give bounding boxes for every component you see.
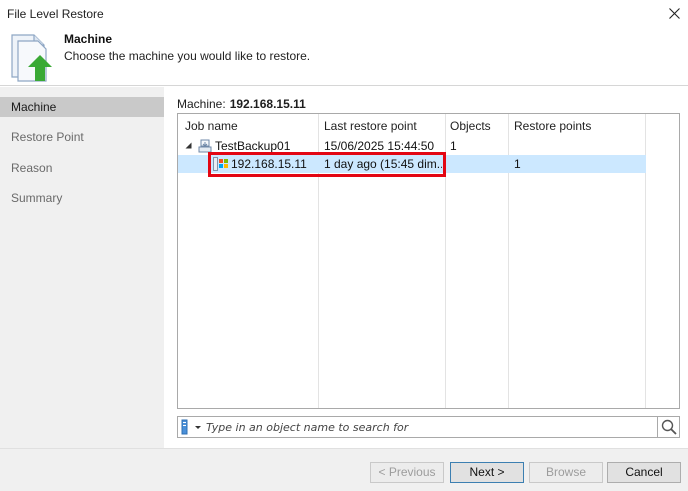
cell-job-name: TestBackup01	[215, 139, 291, 153]
browse-button[interactable]: Browse	[529, 462, 603, 483]
search-icon	[661, 419, 677, 435]
object-type-icon	[181, 419, 201, 435]
search-input[interactable]	[206, 418, 646, 436]
search-bar	[177, 416, 680, 438]
wizard-steps-sidebar: Machine Restore Point Reason Summary	[0, 87, 164, 448]
cell-objects	[450, 155, 506, 173]
restore-files-icon	[11, 34, 52, 82]
cell-last-restore-point: 15/06/2025 15:44:50	[324, 139, 435, 153]
cell-restore-points	[514, 137, 642, 155]
backup-job-icon	[198, 139, 212, 153]
table-row[interactable]: TestBackup01 15/06/2025 15:44:50 1	[178, 137, 646, 155]
cell-restore-points: 1	[514, 157, 521, 171]
object-type-filter-dropdown[interactable]	[180, 419, 204, 435]
file-level-restore-window: File Level Restore Machine Choose the ma…	[0, 0, 688, 491]
page-title: Machine	[64, 32, 113, 46]
sidebar-item-machine[interactable]: Machine	[0, 97, 164, 117]
chevron-down-icon	[195, 426, 201, 429]
search-button[interactable]	[657, 417, 679, 437]
table-row-selected[interactable]: 192.168.15.11 1 day ago (15:45 dim... 1	[178, 155, 646, 173]
title-bar: File Level Restore	[0, 0, 688, 28]
cell-job-name: 192.168.15.11	[231, 157, 307, 171]
close-button[interactable]	[660, 0, 688, 26]
wizard-header: Machine Choose the machine you would lik…	[0, 28, 688, 86]
expand-arrow-icon[interactable]	[185, 142, 192, 149]
column-header-job-name[interactable]: Job name	[185, 114, 238, 138]
window-title: File Level Restore	[7, 7, 104, 21]
machine-caption-label: Machine:	[177, 97, 226, 111]
column-header-objects[interactable]: Objects	[450, 114, 491, 138]
sidebar-item-restore-point[interactable]: Restore Point	[0, 127, 164, 147]
next-button[interactable]: Next >	[450, 462, 524, 483]
close-icon	[668, 7, 680, 19]
wizard-footer: < Previous Next > Browse Cancel	[0, 448, 688, 491]
machines-grid[interactable]: Job name Last restore point Objects Rest…	[177, 113, 680, 409]
column-header-restore-points[interactable]: Restore points	[514, 114, 591, 138]
cell-objects: 1	[450, 139, 457, 153]
machine-caption: Machine: 192.168.15.11	[177, 97, 306, 111]
windows-machine-icon	[213, 157, 228, 171]
column-header-last-restore-point[interactable]: Last restore point	[324, 114, 417, 138]
sidebar-item-reason[interactable]: Reason	[0, 158, 164, 178]
previous-button[interactable]: < Previous	[370, 462, 444, 483]
sidebar-item-summary[interactable]: Summary	[0, 188, 164, 208]
cell-last-restore-point: 1 day ago (15:45 dim...	[324, 157, 442, 171]
page-subtitle: Choose the machine you would like to res…	[64, 49, 311, 63]
cancel-button[interactable]: Cancel	[607, 462, 681, 483]
machine-caption-value: 192.168.15.11	[229, 97, 306, 111]
